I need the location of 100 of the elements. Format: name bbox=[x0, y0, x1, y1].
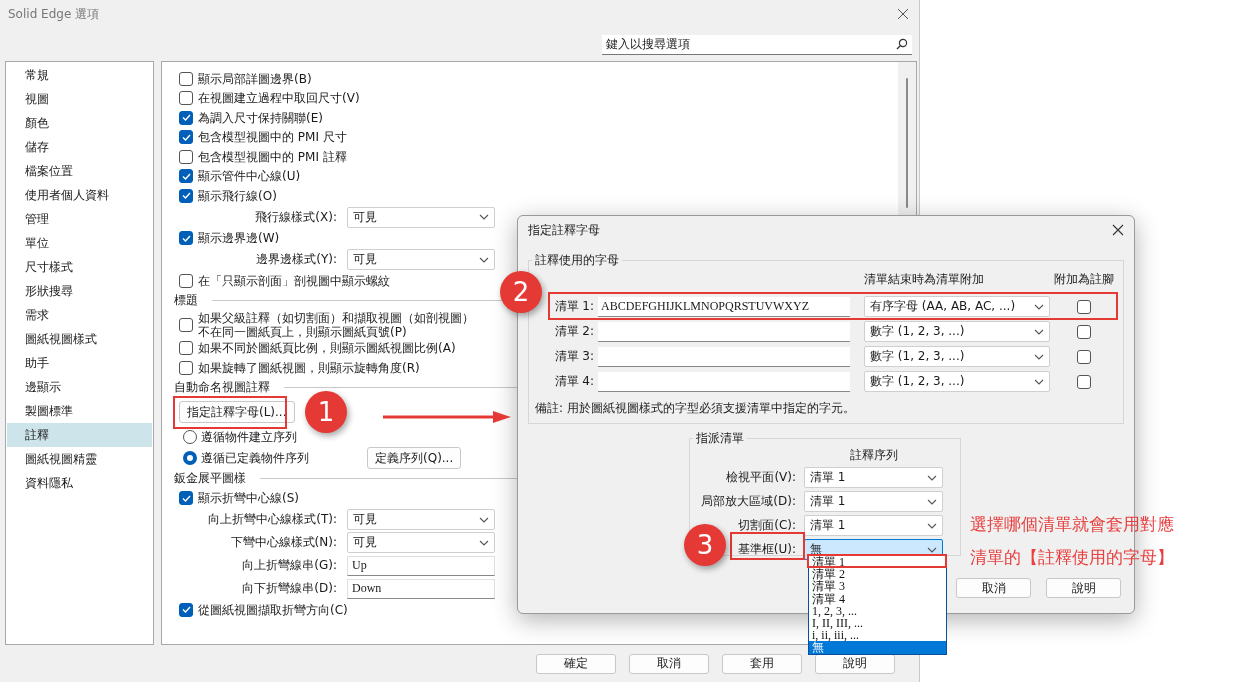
define-sequence-button[interactable]: 定義序列(Q)... bbox=[367, 447, 462, 469]
checkbox[interactable] bbox=[179, 273, 193, 288]
checkbox-label: 顯示管件中心線(U) bbox=[198, 169, 301, 184]
search-input[interactable]: 鍵入以搜尋選項 bbox=[604, 36, 896, 52]
dropdown[interactable]: 清單 1 bbox=[804, 491, 943, 512]
radio-label: 遵循物件建立序列 bbox=[201, 428, 298, 446]
dropdown[interactable]: 數字 (1, 2, 3, ...) bbox=[864, 346, 1050, 367]
text-field[interactable]: Down bbox=[347, 578, 495, 599]
field-label: 局部放大區域(D): bbox=[701, 493, 796, 510]
list-label: 清單 1: bbox=[554, 298, 594, 315]
dialog-button[interactable]: 確定 bbox=[536, 653, 616, 674]
letters-field[interactable] bbox=[598, 371, 850, 392]
checkbox[interactable] bbox=[179, 91, 193, 106]
dropdown[interactable]: 清單 1 bbox=[804, 467, 943, 488]
checkbox[interactable] bbox=[1077, 349, 1091, 364]
sidebar-item[interactable]: 資料隱私 bbox=[7, 471, 152, 495]
list-label: 清單 3: bbox=[554, 348, 594, 365]
letters-field[interactable] bbox=[598, 321, 850, 342]
sidebar-item[interactable]: 圖紙視圖樣式 bbox=[7, 327, 152, 351]
text-field[interactable]: Up bbox=[347, 555, 495, 576]
checkbox[interactable] bbox=[179, 71, 193, 86]
close-icon[interactable] bbox=[897, 8, 909, 20]
checkbox[interactable] bbox=[179, 188, 193, 203]
dropdown[interactable]: 數字 (1, 2, 3, ...) bbox=[864, 371, 1050, 392]
window-title: Solid Edge 選項 bbox=[8, 5, 100, 23]
checkbox-label: 為調入尺寸保持關聯(E) bbox=[198, 110, 323, 125]
dropdown[interactable]: 數字 (1, 2, 3, ...) bbox=[864, 321, 1050, 342]
section-heading: 自動命名視圖註釋 bbox=[174, 379, 270, 396]
letters-field[interactable] bbox=[598, 346, 850, 367]
checkbox[interactable] bbox=[179, 169, 193, 184]
radio-button[interactable] bbox=[183, 451, 197, 465]
sidebar-item[interactable]: 邊顯示 bbox=[7, 375, 152, 399]
chevron-icon bbox=[479, 214, 489, 220]
chevron-icon bbox=[927, 474, 937, 481]
sidebar-item[interactable]: 需求 bbox=[7, 303, 152, 327]
checkbox[interactable] bbox=[179, 149, 193, 164]
dropdown[interactable]: 可見 bbox=[347, 509, 495, 530]
column-header: 清單結束時為清單附加 bbox=[864, 271, 985, 288]
sidebar-item[interactable]: 視圖 bbox=[7, 87, 152, 111]
chevron-icon bbox=[927, 522, 937, 529]
chevron-icon bbox=[1034, 353, 1044, 360]
dropdown[interactable]: 可見 bbox=[347, 249, 495, 270]
checkbox[interactable] bbox=[179, 231, 193, 246]
dropdown[interactable]: 清單 1 bbox=[804, 515, 943, 536]
sidebar-item[interactable]: 儲存 bbox=[7, 135, 152, 159]
checkbox-label: 在「只顯示剖面」剖視圖中顯示螺紋 bbox=[198, 273, 390, 288]
chevron-icon bbox=[1034, 303, 1044, 310]
dialog-button[interactable]: 說明 bbox=[815, 653, 895, 674]
annotation-text: 選擇哪個清單就會套用對應 清單的【註釋使用的字母】 bbox=[970, 513, 1174, 569]
checkbox[interactable] bbox=[1077, 324, 1091, 339]
checkbox-label: 包含模型視圖中的 PMI 註釋 bbox=[198, 149, 347, 164]
list-label: 清單 2: bbox=[554, 323, 594, 340]
field-label: 下彎中心線樣式(N): bbox=[230, 534, 337, 551]
dialog-button[interactable]: 取消 bbox=[629, 653, 709, 674]
field-label: 基準框(U): bbox=[737, 541, 796, 558]
checkbox[interactable] bbox=[179, 360, 193, 375]
dropdown[interactable]: 可見 bbox=[347, 206, 495, 228]
checkbox[interactable] bbox=[179, 317, 193, 332]
dropdown-option[interactable]: 無 bbox=[809, 641, 946, 654]
dialog-button[interactable]: 取消 bbox=[956, 578, 1031, 598]
sidebar-item[interactable]: 形狀搜尋 bbox=[7, 279, 152, 303]
column-header: 附加為註腳 bbox=[1054, 271, 1114, 288]
sidebar-item[interactable]: 製圖標準 bbox=[7, 399, 152, 423]
checkbox[interactable] bbox=[179, 341, 193, 356]
checkbox-label: 從圖紙視圖擷取折彎方向(C) bbox=[198, 602, 348, 617]
sidebar-item[interactable]: 註釋 bbox=[7, 423, 152, 447]
assign-letters-button[interactable]: 指定註釋字母(L)... bbox=[179, 401, 295, 423]
section-heading: 鈑金展平圖樣 bbox=[174, 470, 246, 487]
radio-button[interactable] bbox=[183, 430, 197, 444]
radio-label: 遵循已定義物件序列 bbox=[201, 449, 310, 467]
chevron-icon bbox=[1034, 378, 1044, 385]
note-text: 備註: 用於圖紙視圖樣式的字型必須支援清單中指定的字元。 bbox=[535, 400, 856, 417]
checkbox[interactable] bbox=[179, 110, 193, 125]
close-icon[interactable] bbox=[1112, 224, 1124, 236]
sidebar-item[interactable]: 單位 bbox=[7, 231, 152, 255]
sidebar-item[interactable]: 常規 bbox=[7, 63, 152, 87]
dialog-title: 指定註釋字母 bbox=[528, 221, 600, 239]
dialog-button[interactable]: 說明 bbox=[1046, 578, 1121, 598]
sidebar-item[interactable]: 管理 bbox=[7, 207, 152, 231]
letters-field[interactable]: ABCDEFGHIJKLMNOPQRSTUVWXYZ bbox=[598, 296, 850, 317]
search-field[interactable]: 鍵入以搜尋選項 bbox=[602, 34, 912, 55]
checkbox-label: 如果不同於圖紙頁比例，則顯示圖紙視圖比例(A) bbox=[198, 341, 456, 356]
checkbox[interactable] bbox=[1077, 374, 1091, 389]
sidebar-item[interactable]: 助手 bbox=[7, 351, 152, 375]
dropdown[interactable]: 有序字母 (AA, AB, AC, ...) bbox=[864, 296, 1050, 317]
sidebar-item[interactable]: 尺寸樣式 bbox=[7, 255, 152, 279]
chevron-icon bbox=[927, 546, 937, 553]
dropdown[interactable]: 可見 bbox=[347, 532, 495, 553]
checkbox[interactable] bbox=[179, 602, 193, 617]
checkbox[interactable] bbox=[1077, 299, 1091, 314]
checkbox-label: 顯示邊界邊(W) bbox=[198, 231, 280, 246]
dialog-button[interactable]: 套用 bbox=[722, 653, 802, 674]
field-label: 向上折彎中心線樣式(T): bbox=[208, 511, 337, 528]
sidebar-item[interactable]: 圖紙視圖精靈 bbox=[7, 447, 152, 471]
sidebar-item[interactable]: 使用者個人資料 bbox=[7, 183, 152, 207]
sidebar-item[interactable]: 檔案位置 bbox=[7, 159, 152, 183]
checkbox[interactable] bbox=[179, 491, 193, 506]
checkbox[interactable] bbox=[179, 130, 193, 145]
sidebar-item[interactable]: 顏色 bbox=[7, 111, 152, 135]
checkbox-label: 在視圖建立過程中取回尺寸(V) bbox=[198, 91, 360, 106]
